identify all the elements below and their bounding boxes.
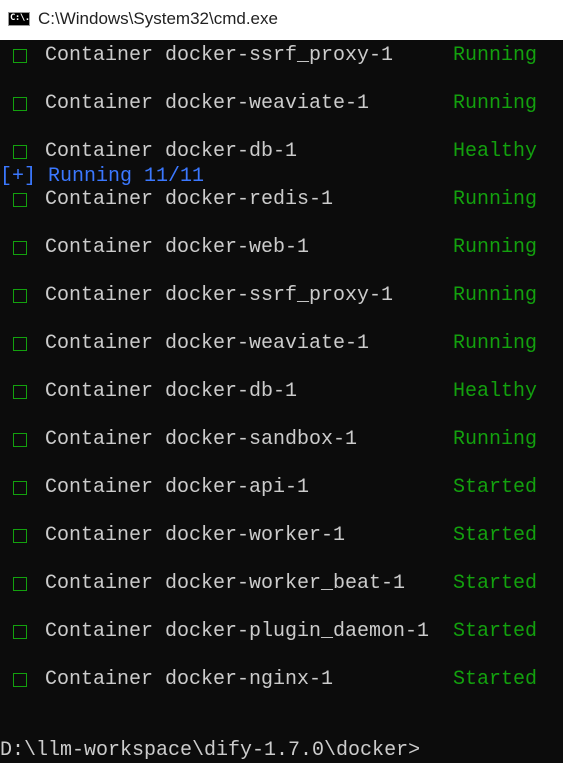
container-name: Container docker-worker_beat-1 xyxy=(45,572,406,595)
container-row: Container docker-nginx-1 Started xyxy=(0,667,563,693)
container-name: Container docker-db-1 xyxy=(45,140,298,163)
container-status: Started xyxy=(453,668,538,691)
checkbox-icon xyxy=(13,193,27,207)
command-prompt[interactable]: D:\llm-workspace\dify-1.7.0\docker> xyxy=(0,738,420,763)
checkbox-icon xyxy=(13,673,27,687)
container-name: Container docker-sandbox-1 xyxy=(45,428,358,451)
container-status: Healthy xyxy=(453,140,538,163)
container-row: Container docker-ssrf_proxy-1 Running xyxy=(0,43,563,69)
window-title: C:\Windows\System32\cmd.exe xyxy=(38,9,278,28)
container-row: Container docker-db-1 Healthy xyxy=(0,379,563,405)
container-status: Running xyxy=(453,428,538,451)
container-name: Container docker-nginx-1 xyxy=(45,668,334,691)
container-name: Container docker-redis-1 xyxy=(45,188,334,211)
checkbox-icon xyxy=(13,289,27,303)
cmd-console-icon: C:\. xyxy=(8,12,30,26)
checkbox-icon xyxy=(13,433,27,447)
container-row: Container docker-worker_beat-1 Started xyxy=(0,571,563,597)
container-status: Started xyxy=(453,524,538,547)
checkbox-icon xyxy=(13,145,27,159)
container-row: Container docker-ssrf_proxy-1 Running xyxy=(0,283,563,309)
container-status: Running xyxy=(453,44,538,67)
container-name: Container docker-ssrf_proxy-1 xyxy=(45,284,394,307)
container-row: Container docker-web-1 Running xyxy=(0,235,563,261)
checkbox-icon xyxy=(13,577,27,591)
container-status: Running xyxy=(453,92,538,115)
checkbox-icon xyxy=(13,49,27,63)
console-output[interactable]: Container docker-ssrf_proxy-1 Running Co… xyxy=(0,40,563,763)
title-bar[interactable]: C:\. C:\Windows\System32\cmd.exe xyxy=(0,0,563,40)
checkbox-icon xyxy=(13,97,27,111)
container-status: Healthy xyxy=(453,380,538,403)
container-name: Container docker-api-1 xyxy=(45,476,310,499)
container-row: Container docker-weaviate-1 Running xyxy=(0,331,563,357)
checkbox-icon xyxy=(13,241,27,255)
checkbox-icon xyxy=(13,625,27,639)
container-status: Running xyxy=(453,284,538,307)
checkbox-icon xyxy=(13,337,27,351)
checkbox-icon xyxy=(13,481,27,495)
container-name: Container docker-ssrf_proxy-1 xyxy=(45,44,394,67)
container-status: Running xyxy=(453,188,538,211)
container-row: Container docker-redis-1 Running xyxy=(0,187,563,213)
container-row: Container docker-db-1 Healthy xyxy=(0,139,563,165)
container-row: Container docker-weaviate-1 Running xyxy=(0,91,563,117)
container-name: Container docker-web-1 xyxy=(45,236,310,259)
container-status: Started xyxy=(453,620,538,643)
container-name: Container docker-weaviate-1 xyxy=(45,332,370,355)
container-status: Started xyxy=(453,476,538,499)
container-status: Running xyxy=(453,332,538,355)
container-name: Container docker-weaviate-1 xyxy=(45,92,370,115)
checkbox-icon xyxy=(13,385,27,399)
cmd-icon-label: C:\. xyxy=(10,13,30,23)
checkbox-icon xyxy=(13,529,27,543)
container-row: Container docker-sandbox-1 Running xyxy=(0,427,563,453)
cmd-window: C:\. C:\Windows\System32\cmd.exe Contain… xyxy=(0,0,563,763)
container-row: Container docker-api-1 Started xyxy=(0,475,563,501)
container-row: Container docker-worker-1 Started xyxy=(0,523,563,549)
container-status: Running xyxy=(453,236,538,259)
container-row: Container docker-plugin_daemon-1 Started xyxy=(0,619,563,645)
container-name: Container docker-worker-1 xyxy=(45,524,346,547)
container-status: Started xyxy=(453,572,538,595)
container-name: Container docker-plugin_daemon-1 xyxy=(45,620,430,643)
container-name: Container docker-db-1 xyxy=(45,380,298,403)
